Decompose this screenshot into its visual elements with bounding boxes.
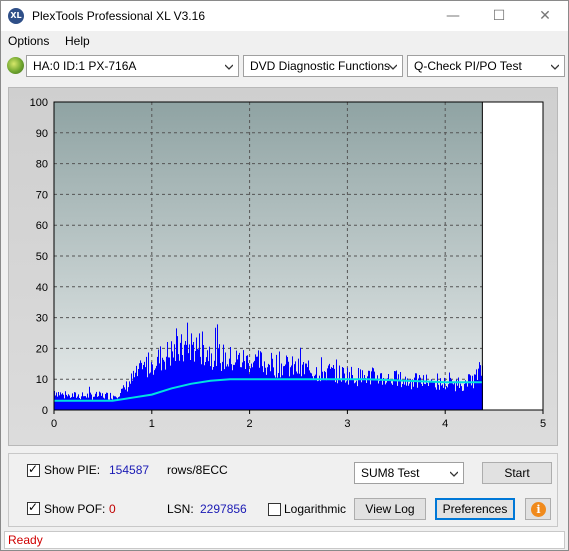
show-pie-value: 154587 [109,463,150,477]
view-log-button[interactable]: View Log [354,498,426,520]
chart-panel: 0 10 20 30 40 50 60 70 80 90 100 0 1 2 3 4 5 [8,87,558,446]
y-tick-label: 30 [36,313,48,325]
drive-select[interactable]: HA:0 ID:1 PX-716A [26,55,239,77]
y-tick-label: 20 [36,343,48,355]
sum-test-select[interactable]: SUM8 Test [354,462,464,484]
check-icon: ✓ [28,462,39,476]
menu-options[interactable]: Options [8,34,49,48]
controls-panel: ✓ Show PIE: 154587 rows/8ECC ✓ Show POF:… [8,453,558,527]
x-tick-label: 5 [540,418,546,430]
menu-bar: Options Help [1,31,568,52]
lsn-label: LSN: [167,502,194,516]
chevron-down-icon [450,471,458,477]
y-tick-label: 0 [42,405,48,417]
test-select[interactable]: Q-Check PI/PO Test [407,55,565,77]
minimize-icon[interactable]: — [430,1,476,31]
function-select[interactable]: DVD Diagnostic Functions [243,55,403,77]
chevron-down-icon [551,64,559,70]
x-tick-label: 0 [51,418,57,430]
maximize-icon[interactable]: ☐ [476,1,522,31]
app-window: XL PlexTools Professional XL V3.16 — ☐ ✕… [0,0,569,551]
show-pie-checkbox[interactable]: ✓ [27,462,40,477]
start-button[interactable]: Start [482,462,552,484]
y-tick-label: 10 [36,374,48,386]
window-title: PlexTools Professional XL V3.16 [32,9,205,23]
y-tick-label: 50 [36,251,48,263]
y-tick-label: 90 [36,128,48,140]
plextools-logo-icon: XL [8,8,24,24]
preferences-button[interactable]: Preferences [435,498,515,520]
menu-help[interactable]: Help [65,34,90,48]
sum-test-select-value: SUM8 Test [361,466,420,480]
y-tick-label: 80 [36,159,48,171]
y-tick-label: 70 [36,189,48,201]
x-tick-label: 3 [344,418,350,430]
status-bar: Ready [4,531,565,549]
y-tick-label: 60 [36,220,48,232]
function-select-value: DVD Diagnostic Functions [250,59,391,73]
drive-select-value: HA:0 ID:1 PX-716A [33,59,137,73]
x-tick-label: 2 [247,418,253,430]
close-icon[interactable]: ✕ [522,1,568,31]
show-pie-unit: rows/8ECC [167,463,228,477]
status-text: Ready [8,533,43,547]
lsn-value: 2297856 [200,502,247,516]
logarithmic-checkbox[interactable] [268,503,281,516]
test-select-value: Q-Check PI/PO Test [414,59,522,73]
show-pie-label: Show PIE: [44,463,101,477]
x-tick-label: 4 [442,418,448,430]
show-pof-checkbox[interactable]: ✓ [27,500,40,515]
logarithmic-label: Logarithmic [284,502,347,516]
y-tick-label: 100 [30,97,48,109]
unscanned-area [482,102,543,410]
title-bar: XL PlexTools Professional XL V3.16 — ☐ ✕ [1,1,568,31]
show-pof-label: Show POF: [44,502,106,516]
y-tick-label: 40 [36,282,48,294]
chevron-down-icon [389,64,397,70]
drive-disc-icon [7,57,24,74]
info-icon: i [531,502,546,517]
x-tick-label: 1 [149,418,155,430]
pie-chart-svg: 0 10 20 30 40 50 60 70 80 90 100 0 1 2 3 4 5 [30,97,546,430]
chevron-down-icon [225,64,233,70]
show-pof-value: 0 [109,502,116,516]
info-button[interactable]: i [525,498,551,520]
check-icon: ✓ [28,500,39,514]
